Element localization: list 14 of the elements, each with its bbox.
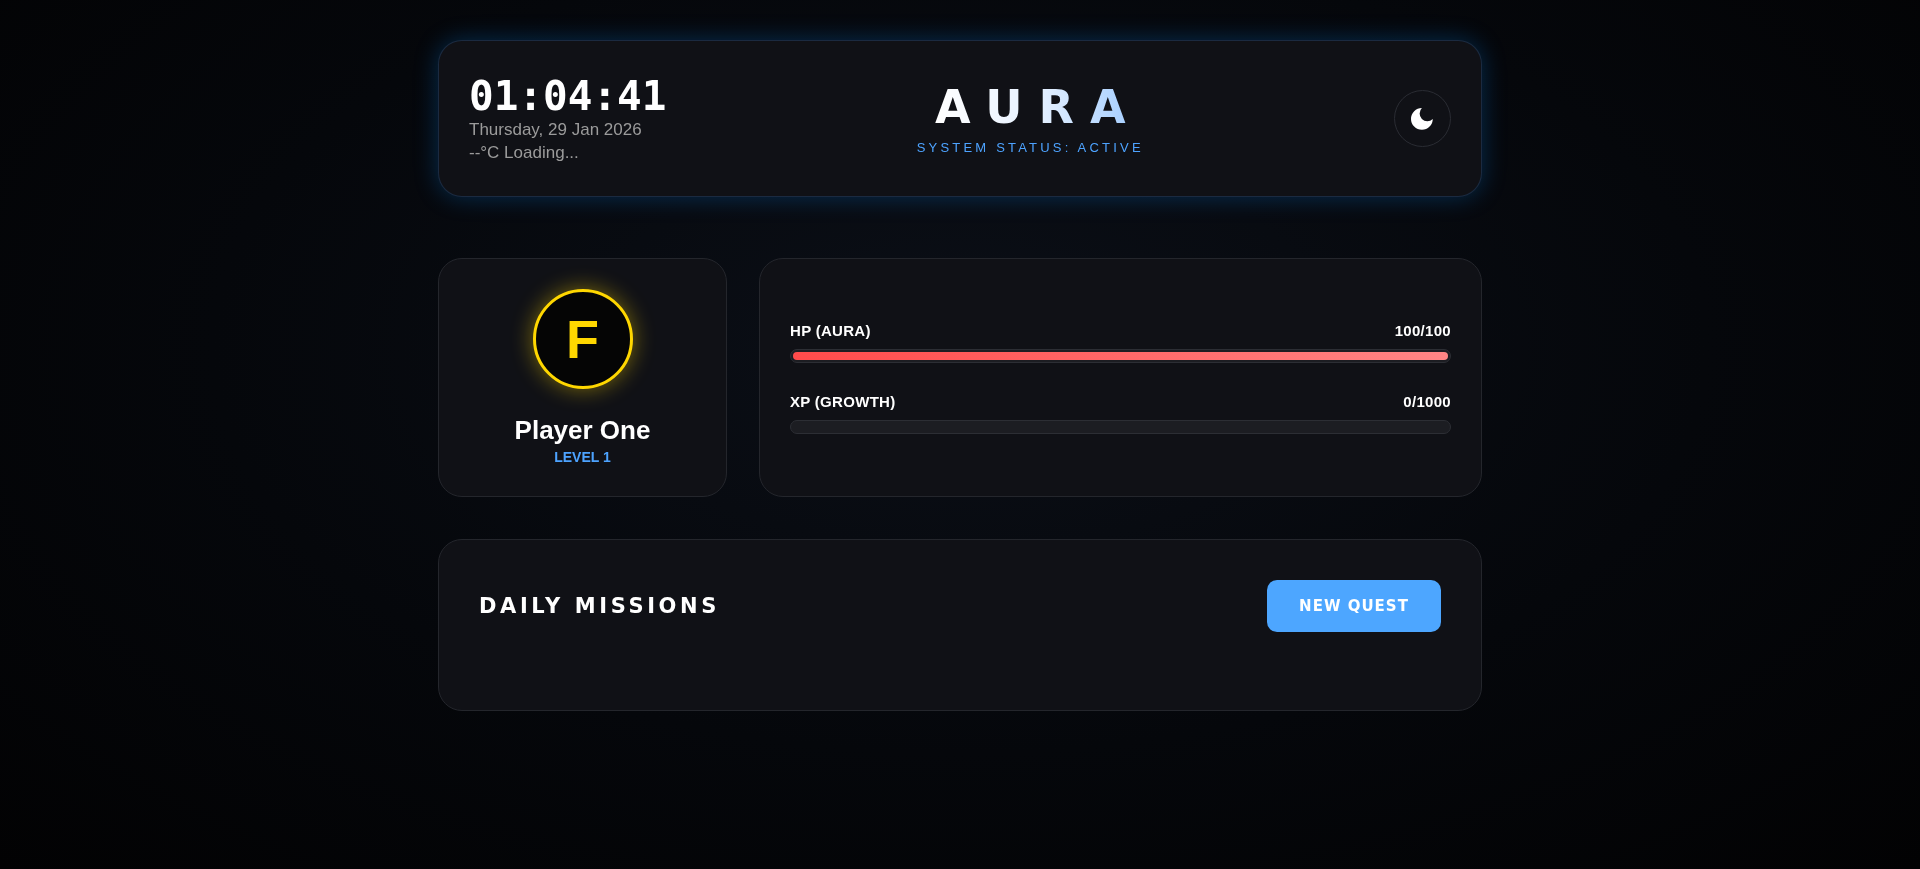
player-name: Player One	[514, 415, 651, 445]
date-text: Thursday, 29 Jan 2026	[469, 118, 642, 141]
stat-reading: 100/100	[1394, 321, 1451, 339]
system-status: SYSTEM STATUS: ACTIVE	[916, 140, 1144, 155]
stat-label: HP (AURA)	[790, 321, 871, 339]
clock: 01:04:41	[469, 73, 667, 118]
new-quest-button[interactable]: NEW QUEST	[1267, 580, 1441, 632]
stat-reading: 0/1000	[1403, 392, 1451, 410]
moon-icon	[1411, 107, 1434, 130]
weather-text: --°C Loading...	[469, 141, 579, 164]
avatar: F	[532, 289, 633, 389]
player-level: LEVEL 1	[554, 449, 611, 465]
missions-title: DAILY MISSIONS	[479, 594, 720, 618]
stat-label: XP (GROWTH)	[790, 392, 896, 410]
